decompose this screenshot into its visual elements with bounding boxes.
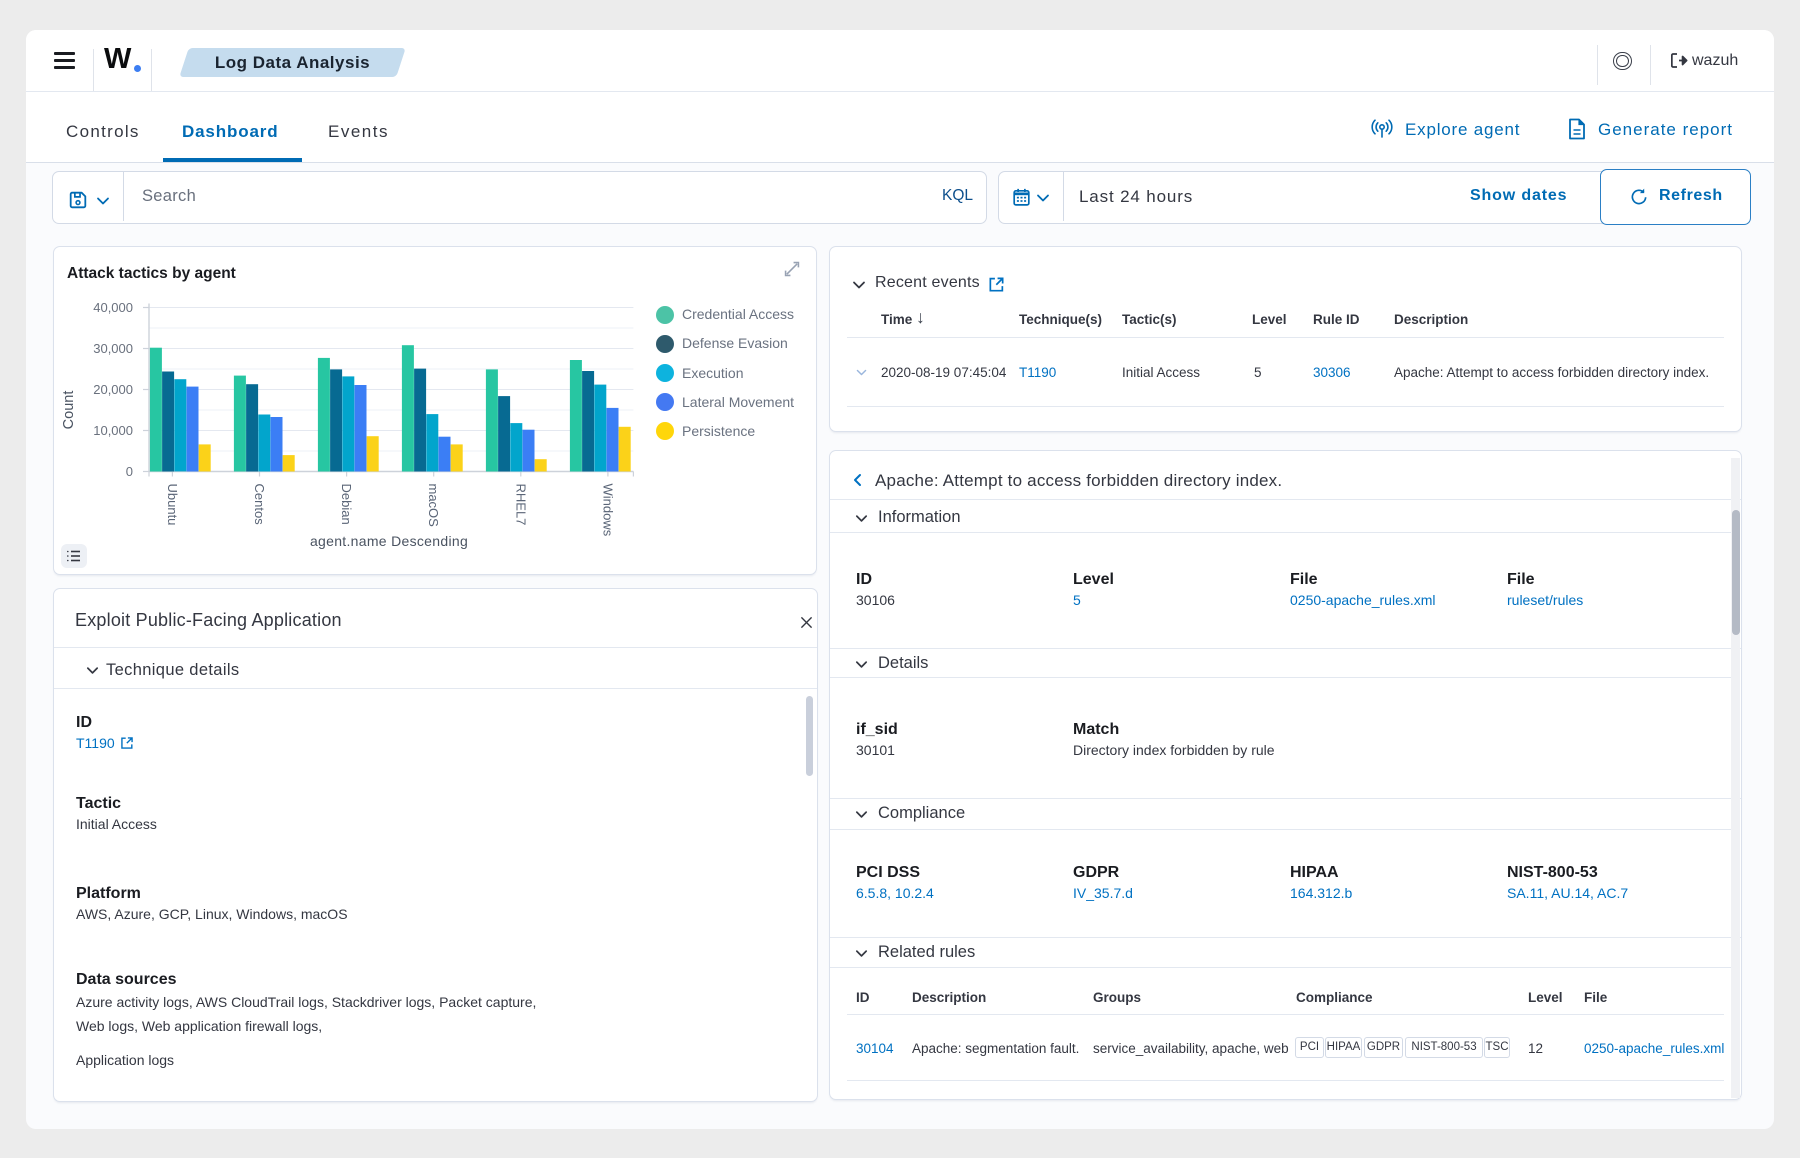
svg-text:Debian: Debian [339, 484, 354, 525]
svg-text:0: 0 [126, 464, 133, 479]
svg-text:40,000: 40,000 [93, 300, 133, 315]
svg-text:RHEL7: RHEL7 [513, 484, 528, 526]
svg-text:Ubuntu: Ubuntu [165, 484, 180, 526]
svg-text:agent.name Descending: agent.name Descending [310, 533, 468, 549]
svg-text:Count: Count [61, 391, 77, 430]
svg-text:10,000: 10,000 [93, 423, 133, 438]
svg-text:Windows: Windows [600, 484, 615, 537]
svg-text:Centos: Centos [252, 484, 267, 526]
svg-text:30,000: 30,000 [93, 341, 133, 356]
svg-text:macOS: macOS [426, 484, 441, 528]
svg-text:20,000: 20,000 [93, 382, 133, 397]
